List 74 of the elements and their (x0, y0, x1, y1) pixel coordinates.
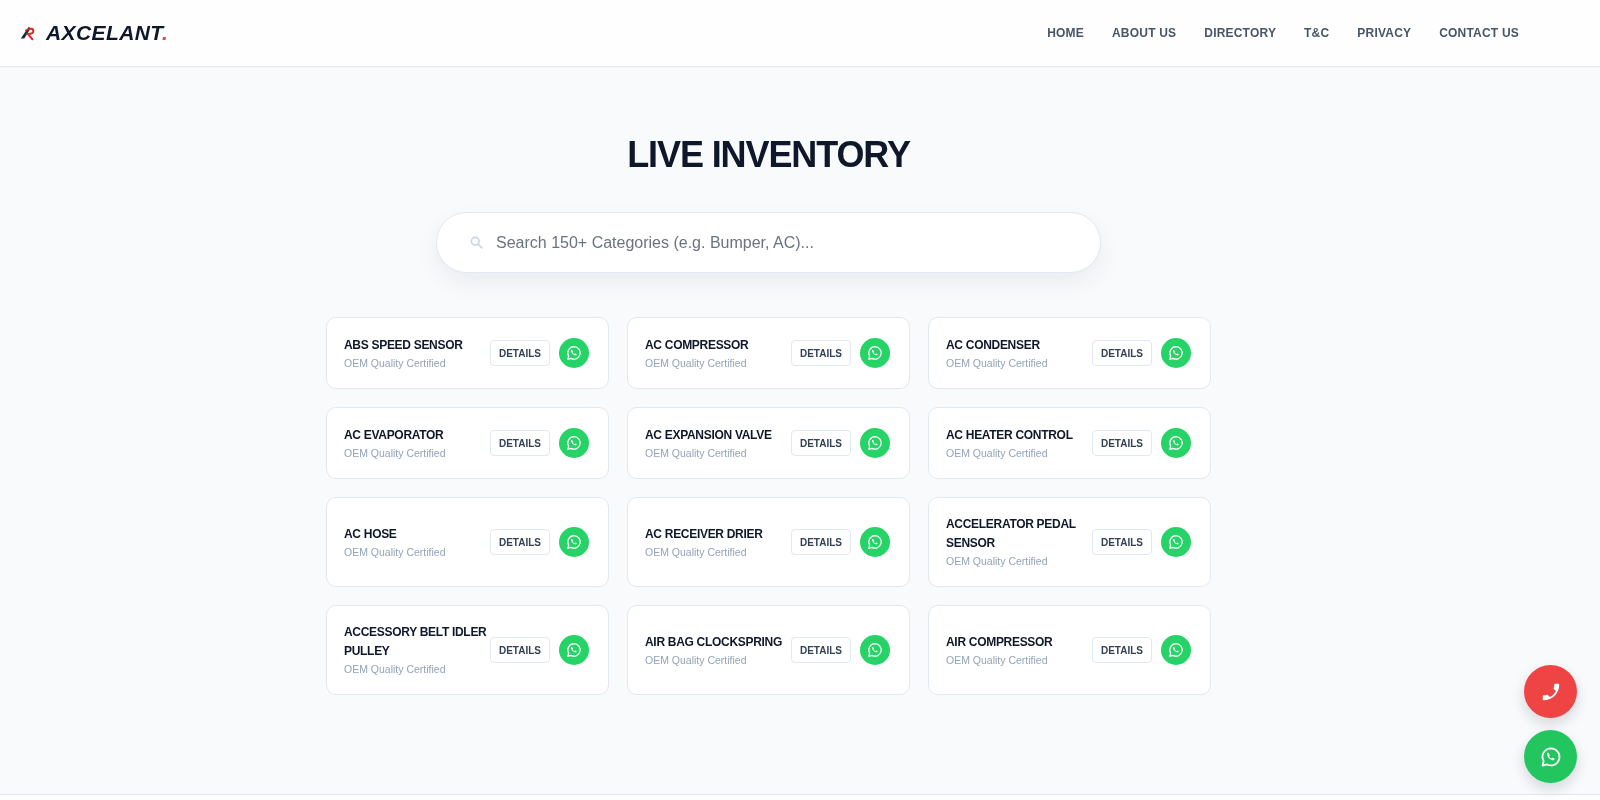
nav-link[interactable]: DIRECTORY (1204, 25, 1277, 41)
search-field[interactable]: Search 150+ Categories (e.g. Bumper, AC)... (436, 212, 1101, 273)
details-button[interactable]: DETAILS (791, 340, 851, 366)
chat-button[interactable] (559, 527, 589, 557)
speech-bubble-phone-icon (566, 435, 582, 451)
product-subtitle: OEM Quality Certified (344, 662, 447, 677)
product-subtitle: OEM Quality Certified (946, 652, 1049, 668)
product-name: AC COMPRESSOR (645, 336, 750, 354)
product-subtitle: OEM Quality Certified (946, 355, 1049, 371)
speech-bubble-phone-icon (566, 642, 582, 658)
product-subtitle: OEM Quality Certified (344, 355, 447, 371)
product-name: ACCESSORY BELT IDLER PULLEY (344, 624, 488, 660)
details-button[interactable]: DETAILS (490, 430, 550, 456)
speech-bubble-phone-icon (1168, 534, 1184, 550)
speech-bubble-phone-icon (867, 435, 883, 451)
chat-button[interactable] (860, 635, 890, 665)
chat-button[interactable] (1524, 730, 1577, 783)
logo-icon (18, 24, 36, 42)
speech-bubble-phone-icon (1168, 642, 1184, 658)
product-name: AC HEATER CONTROL (946, 426, 1074, 444)
product-name: AC RECEIVER DRIER (645, 525, 764, 543)
product-name: ACCELERATOR PEDAL SENSOR (946, 516, 1077, 552)
product-name: AIR BAG CLOCKSPRING (645, 633, 783, 651)
product-name: AC EXPANSION VALVE (645, 426, 773, 444)
chat-button[interactable] (1161, 635, 1191, 665)
call-button[interactable] (1524, 665, 1577, 718)
speech-bubble-phone-icon (867, 642, 883, 658)
details-button[interactable]: DETAILS (1092, 430, 1152, 456)
product-name: ABS SPEED SENSOR (344, 336, 464, 354)
chat-button[interactable] (1161, 428, 1191, 458)
details-button[interactable]: DETAILS (490, 340, 550, 366)
brand-name: AXCELANT. (46, 21, 169, 45)
speech-bubble-phone-icon (1168, 435, 1184, 451)
speech-bubble-phone-icon (1168, 345, 1184, 361)
nav-link[interactable]: T&C (1304, 25, 1330, 41)
product-subtitle: OEM Quality Certified (344, 544, 447, 560)
details-button[interactable]: DETAILS (490, 637, 550, 663)
product-name: AC HOSE (344, 525, 398, 543)
product-subtitle: OEM Quality Certified (344, 445, 447, 461)
speech-bubble-phone-icon (867, 534, 883, 550)
product-subtitle: OEM Quality Certified (645, 445, 748, 461)
product-name: AC CONDENSER (946, 336, 1041, 354)
product-name: AIR COMPRESSOR (946, 633, 1054, 651)
details-button[interactable]: DETAILS (1092, 529, 1152, 555)
chat-button[interactable] (860, 428, 890, 458)
chat-button[interactable] (559, 428, 589, 458)
speech-bubble-phone-icon (566, 534, 582, 550)
speech-bubble-phone-icon (566, 345, 582, 361)
details-button[interactable]: DETAILS (791, 430, 851, 456)
nav-link[interactable]: PRIVACY (1357, 25, 1412, 41)
chat-button[interactable] (1161, 338, 1191, 368)
search-icon (469, 235, 484, 250)
speech-bubble-phone-icon (867, 345, 883, 361)
nav-link[interactable]: HOME (1047, 25, 1084, 41)
chat-button[interactable] (559, 635, 589, 665)
page-title: LIVE INVENTORY (627, 133, 910, 177)
details-button[interactable]: DETAILS (1092, 340, 1152, 366)
product-subtitle: OEM Quality Certified (645, 544, 748, 560)
chat-button[interactable] (860, 527, 890, 557)
details-button[interactable]: DETAILS (791, 529, 851, 555)
product-name: AC EVAPORATOR (344, 426, 445, 444)
chat-button[interactable] (1161, 527, 1191, 557)
chat-button[interactable] (559, 338, 589, 368)
nav-link[interactable]: ABOUT US (1112, 25, 1177, 41)
product-subtitle: OEM Quality Certified (946, 445, 1049, 461)
product-subtitle: OEM Quality Certified (645, 355, 748, 371)
nav-link[interactable]: CONTACT US (1439, 25, 1519, 41)
product-subtitle: OEM Quality Certified (645, 652, 748, 668)
product-subtitle: OEM Quality Certified (946, 554, 1049, 569)
details-button[interactable]: DETAILS (1092, 637, 1152, 663)
speech-bubble-phone-icon (1539, 745, 1562, 768)
chat-button[interactable] (860, 338, 890, 368)
details-button[interactable]: DETAILS (791, 637, 851, 663)
details-button[interactable]: DETAILS (490, 529, 550, 555)
